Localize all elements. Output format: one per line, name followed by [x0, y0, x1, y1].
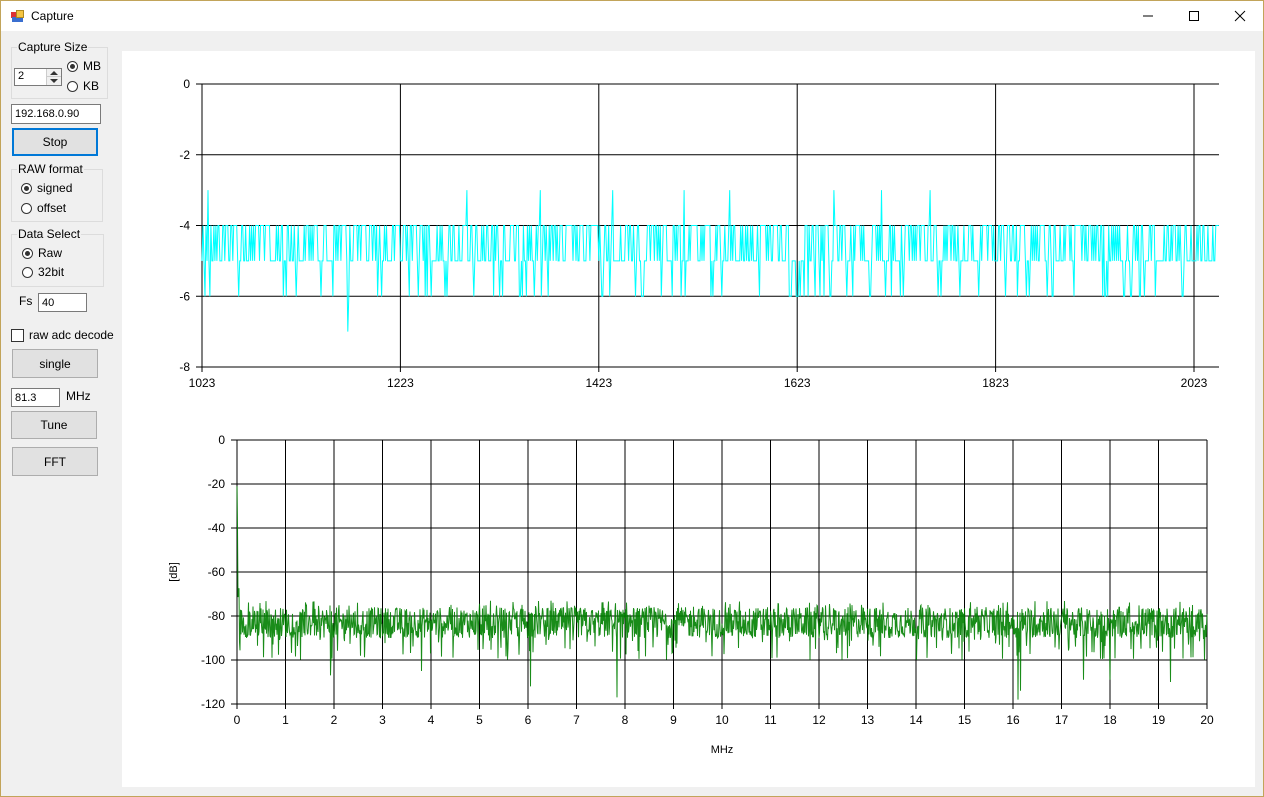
- unit-kb-radio[interactable]: KB: [67, 79, 99, 93]
- y-tick-label: -8: [179, 360, 190, 374]
- radio-unselected-icon[interactable]: [21, 202, 32, 214]
- x-tick-label: 19: [1152, 713, 1166, 727]
- chart-panel: 0 -2 -4 -6 -8 1023 1223 1423 1623 1823 2023 0 -20 -40…: [122, 51, 1255, 787]
- y-tick-label: -80: [208, 609, 226, 623]
- y-tick-label: -4: [179, 219, 190, 233]
- data-select-group: Data Select: [11, 227, 104, 287]
- x-tick-label: 1823: [982, 376, 1009, 390]
- frequency-input[interactable]: 81.3: [11, 388, 60, 407]
- x-tick-label: 13: [861, 713, 875, 727]
- x-tick-label: 2023: [1181, 376, 1208, 390]
- charts-svg: 0-2-4-6-81023 1223 1423 1623 1823 20230-20-40…: [168, 77, 1219, 756]
- x-tick-label: 1423: [585, 376, 612, 390]
- data-select-raw-radio[interactable]: Raw: [22, 246, 62, 260]
- unit-mb-label: MB: [83, 59, 101, 73]
- frequency-unit-label: MHz: [66, 389, 91, 403]
- x-tick-label: 1223: [387, 376, 414, 390]
- fs-input[interactable]: 40: [38, 293, 87, 312]
- y-tick-label: -20: [208, 477, 226, 491]
- maximize-button[interactable]: [1171, 1, 1217, 31]
- raw-label: Raw: [38, 246, 63, 260]
- radio-selected-icon[interactable]: [67, 60, 78, 72]
- x-tick-label: 7: [573, 713, 580, 727]
- app-icon: [11, 10, 25, 23]
- x-tick-label: 11: [764, 713, 777, 727]
- 32bit-label: 32bit: [38, 265, 65, 279]
- x-tick-label: 9: [670, 713, 677, 727]
- spin-up-icon[interactable]: [50, 71, 58, 75]
- fs-label: Fs: [19, 294, 33, 308]
- y-tick-label: -40: [208, 521, 226, 535]
- minimize-button[interactable]: [1125, 1, 1171, 31]
- title-bar: Capture: [1, 1, 1263, 31]
- x-tick-label: 16: [1006, 713, 1020, 727]
- y-tick-label: -2: [179, 148, 190, 162]
- unit-mb-radio[interactable]: MB: [67, 59, 101, 73]
- data-select-title: Data Select: [17, 227, 82, 241]
- radio-unselected-icon[interactable]: [22, 266, 33, 278]
- close-icon: [1234, 10, 1246, 22]
- ip-address-input[interactable]: 192.168.0.90: [11, 104, 101, 124]
- spin-down-icon[interactable]: [50, 79, 58, 83]
- radio-selected-icon[interactable]: [21, 182, 32, 194]
- minimize-icon: [1143, 15, 1153, 17]
- time-domain-chart: 0 -2 -4 -6 -8 1023 1223 1423 1623 1823 2023: [179, 77, 1219, 390]
- fft-chart: 0-20-40-60-80-100-1200 1 2 3 4 5 6 7 8 9 10 11 12 13 1…: [168, 433, 1214, 756]
- radio-selected-icon[interactable]: [22, 247, 33, 259]
- y-tick-label: -60: [208, 565, 226, 579]
- signed-label: signed: [37, 181, 73, 195]
- raw-adc-decode-label[interactable]: raw adc decode: [29, 328, 114, 342]
- y-tick-label: 0: [218, 433, 225, 447]
- raw-format-signed-radio[interactable]: signed: [21, 181, 72, 195]
- capture-size-title: Capture Size: [17, 40, 89, 54]
- stop-button[interactable]: Stop: [12, 128, 98, 156]
- x-tick-label: 15: [958, 713, 972, 727]
- x-tick-label: 17: [1055, 713, 1069, 727]
- x-tick-label: 5: [476, 713, 483, 727]
- fft-button[interactable]: FFT: [12, 447, 98, 476]
- x-tick-label: 18: [1103, 713, 1117, 727]
- raw-adc-decode-checkbox[interactable]: [11, 329, 24, 342]
- x-axis-label: MHz: [711, 744, 734, 756]
- x-tick-label: 10: [715, 713, 729, 727]
- x-tick-label: 12: [812, 713, 826, 727]
- offset-label: offset: [37, 201, 67, 215]
- x-tick-label: 2: [331, 713, 338, 727]
- y-tick-label: -6: [179, 289, 190, 303]
- x-tick-label: 6: [525, 713, 532, 727]
- maximize-icon: [1189, 11, 1199, 21]
- x-tick-label: 4: [428, 713, 435, 727]
- y-tick-label: -100: [201, 653, 225, 667]
- y-axis-label: [dB]: [168, 562, 180, 582]
- capture-window: Capture Capture Size 2 MB KB 192.168.0.9…: [0, 0, 1264, 797]
- x-tick-label: 14: [909, 713, 923, 727]
- y-tick-label: 0: [183, 77, 190, 91]
- x-tick-label: 1023: [189, 376, 216, 390]
- unit-kb-label: KB: [83, 79, 100, 93]
- x-tick-label: 1623: [784, 376, 811, 390]
- raw-samples-line: [201, 190, 1219, 332]
- x-tick-label: 20: [1200, 713, 1214, 727]
- raw-format-title: RAW format: [17, 162, 84, 176]
- raw-format-offset-radio[interactable]: offset: [21, 201, 66, 215]
- data-select-32bit-radio[interactable]: 32bit: [22, 265, 64, 279]
- x-tick-label: 8: [622, 713, 629, 727]
- capture-size-value[interactable]: 2: [18, 70, 24, 82]
- spinner-arrows[interactable]: [46, 69, 61, 85]
- single-button[interactable]: single: [12, 349, 98, 378]
- tune-button[interactable]: Tune: [11, 411, 97, 439]
- window-title: Capture: [31, 9, 74, 23]
- x-tick-label: 3: [379, 713, 386, 727]
- y-tick-label: -120: [201, 697, 225, 711]
- close-button[interactable]: [1217, 1, 1263, 31]
- x-tick-label: 1: [282, 713, 289, 727]
- x-tick-label: 0: [234, 713, 241, 727]
- radio-unselected-icon[interactable]: [67, 80, 78, 92]
- capture-size-spinner[interactable]: 2: [14, 68, 62, 86]
